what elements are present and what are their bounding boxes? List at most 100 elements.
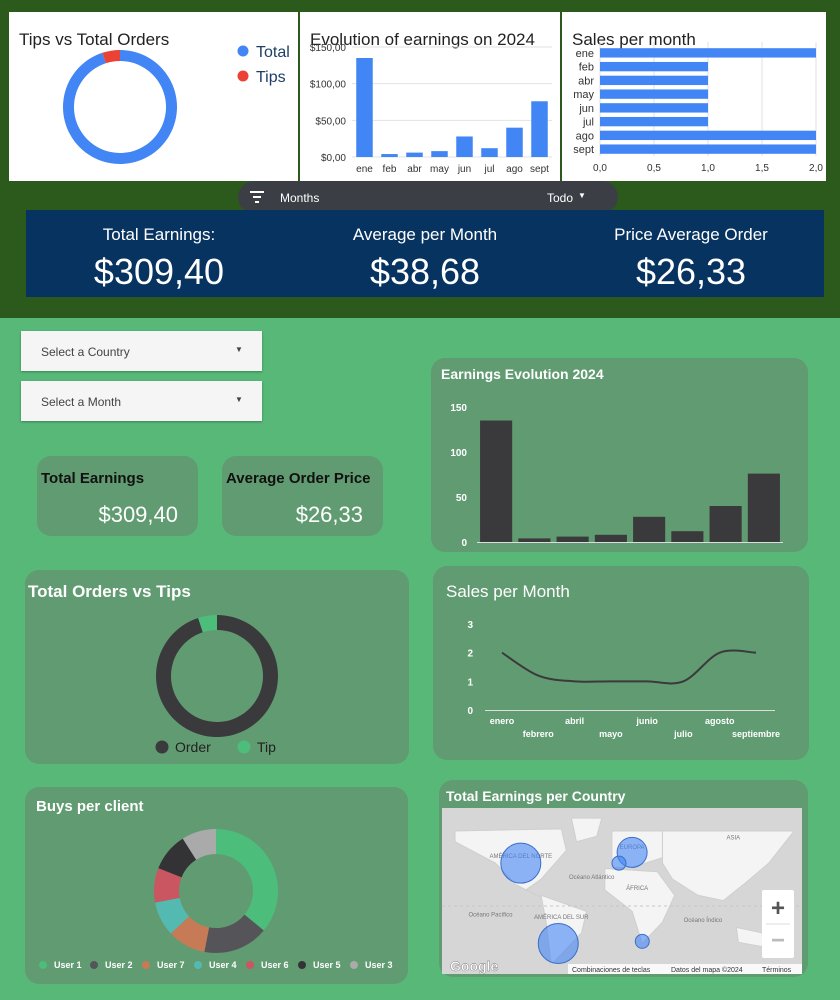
legend-dot <box>155 740 169 754</box>
sales-hbar-chart: 0,0 0,5 1,0 1,5 2,0 ene febabr may jun julago sept <box>573 42 823 174</box>
map-footer-link: Combinaciones de teclas <box>572 967 651 974</box>
bar <box>709 506 742 542</box>
average-order-price-scorecard: Average Order Price $26,33 <box>222 456 383 536</box>
buys-per-client-card: Buys per client User 1 User 2 User 7 User 4… <box>25 787 408 984</box>
bar <box>506 127 523 157</box>
bar <box>531 101 548 157</box>
bar <box>431 151 448 157</box>
y-tick-label: 0 <box>461 538 467 549</box>
world-bubble-map[interactable]: AMÉRICA DEL NORTEEUROPAASIAOcéano Atlánt… <box>439 780 808 977</box>
map-label: ÁFRICA <box>626 885 648 892</box>
x-tick-label: 0,0 <box>593 163 607 174</box>
legend-label: User 3 <box>365 960 393 970</box>
bar <box>633 516 666 542</box>
months-filter[interactable]: Months Todo ▼ <box>238 181 618 213</box>
google-logo: Google <box>450 958 498 974</box>
earnings-per-country-card: Total Earnings per Country AMÉRICA DEL N… <box>439 780 808 977</box>
kpi-average-per-month: Average per Month $38,68 <box>292 210 558 293</box>
bar <box>518 538 551 542</box>
y-tick-label: 1 <box>467 677 473 688</box>
legend-dot <box>350 961 358 969</box>
legend-dot <box>246 961 254 969</box>
legend-dot <box>237 70 249 82</box>
series-line <box>501 649 757 685</box>
legend-label: Order <box>175 739 211 755</box>
y-tick-label: 2 <box>467 649 473 660</box>
x-tick-label: ago <box>506 164 523 175</box>
y-tick-label: $100,00 <box>310 80 347 91</box>
x-tick-label: agosto <box>705 716 735 726</box>
orders-tips-donut-chart: Order Tip <box>155 615 278 755</box>
country-select[interactable]: Select a Country ▼ <box>21 331 262 371</box>
legend-dot <box>90 961 98 969</box>
y-tick-label: feb <box>579 62 594 74</box>
legend-dot <box>298 961 306 969</box>
total-orders-vs-tips-card: Total Orders vs Tips Order Tip <box>25 570 409 764</box>
legend-label: Tip <box>257 739 276 755</box>
select-placeholder: Select a Country <box>41 345 130 359</box>
bar <box>556 536 589 542</box>
y-tick-label: jul <box>582 117 594 129</box>
sales-per-month-card: Sales per month 0,0 0,5 1,0 1,5 2,0 ene feb abr… <box>562 12 826 181</box>
y-tick-label: 50 <box>456 493 468 504</box>
map-footer-link: Datos del mapa ©2024 <box>671 966 743 974</box>
earnings-dark-bar-chart: 0 50 100 150 <box>450 403 783 549</box>
kpi-label: Price Average Order <box>614 225 768 244</box>
caret-down-icon: ▼ <box>235 345 243 354</box>
x-tick-label: mayo <box>599 729 623 739</box>
scorecard-label: Total Earnings <box>41 470 145 487</box>
bar <box>594 534 627 542</box>
y-tick-label: sept <box>573 144 594 156</box>
x-tick-label: abril <box>565 716 584 726</box>
bar <box>600 103 708 113</box>
map-label: Océano Pacífico <box>468 913 513 919</box>
country-bubble <box>537 923 579 964</box>
legend-label: Total <box>256 44 290 61</box>
y-tick-label: 150 <box>450 403 467 414</box>
select-placeholder: Select a Month <box>41 395 122 409</box>
pie-slice <box>62 50 177 164</box>
scorecard-value: $309,40 <box>98 502 178 527</box>
y-tick-label: ago <box>576 130 594 142</box>
x-tick-label: julio <box>673 729 693 739</box>
y-tick-label: may <box>573 89 594 101</box>
month-select[interactable]: Select a Month ▼ <box>21 381 262 421</box>
y-tick-label: ene <box>576 48 594 60</box>
bar <box>747 473 780 542</box>
map-label: Océano Índico <box>684 917 723 924</box>
y-tick-label: abr <box>578 75 594 87</box>
earnings-evolution-2024-card: Earnings Evolution 2024 0 50 100 150 <box>431 358 808 552</box>
y-tick-label: $50,00 <box>315 116 346 127</box>
legend-label: User 1 <box>54 960 82 970</box>
y-tick-label: 100 <box>450 448 467 459</box>
zoom-out-icon: − <box>771 927 785 954</box>
earnings-evolution-card: Evolution of earnings on 2024 $0,00 $50,0… <box>300 12 560 181</box>
country-bubble <box>634 933 650 949</box>
buys-donut-chart: User 1 User 2 User 7 User 4 User 6 User 5 User… <box>39 829 393 970</box>
bar <box>671 531 704 542</box>
x-tick-label: jun <box>457 164 471 175</box>
legend-dot <box>142 961 150 969</box>
x-tick-label: sept <box>530 164 549 175</box>
map-label: AMÉRICA DEL SUR <box>534 914 589 921</box>
total-earnings-scorecard: Total Earnings $309,40 <box>37 456 198 536</box>
legend-label: User 5 <box>313 960 341 970</box>
x-tick-label: may <box>430 164 449 175</box>
map-label: Océano Atlántico <box>569 875 615 881</box>
earnings-bar-chart: $0,00 $50,00 $100,00 $150,00 ene feb abr may jun… <box>310 43 552 175</box>
country-bubble <box>500 842 542 884</box>
x-tick-label: abr <box>407 164 422 175</box>
bar <box>406 152 423 157</box>
x-tick-label: 0,5 <box>647 163 661 174</box>
kpi-band: Total Earnings: $309,40 Average per Mont… <box>26 210 824 297</box>
filter-label: Months <box>280 191 320 205</box>
bar <box>480 420 513 542</box>
x-tick-label: enero <box>490 716 515 726</box>
legend-label: Tips <box>256 69 286 86</box>
kpi-price-average-order: Price Average Order $26,33 <box>558 210 824 293</box>
filter-value[interactable]: Todo <box>547 191 573 205</box>
caret-down-icon[interactable]: ▼ <box>578 191 586 200</box>
pie-slice <box>216 829 278 931</box>
country-bubble <box>611 855 627 871</box>
kpi-label: Average per Month <box>352 225 498 244</box>
